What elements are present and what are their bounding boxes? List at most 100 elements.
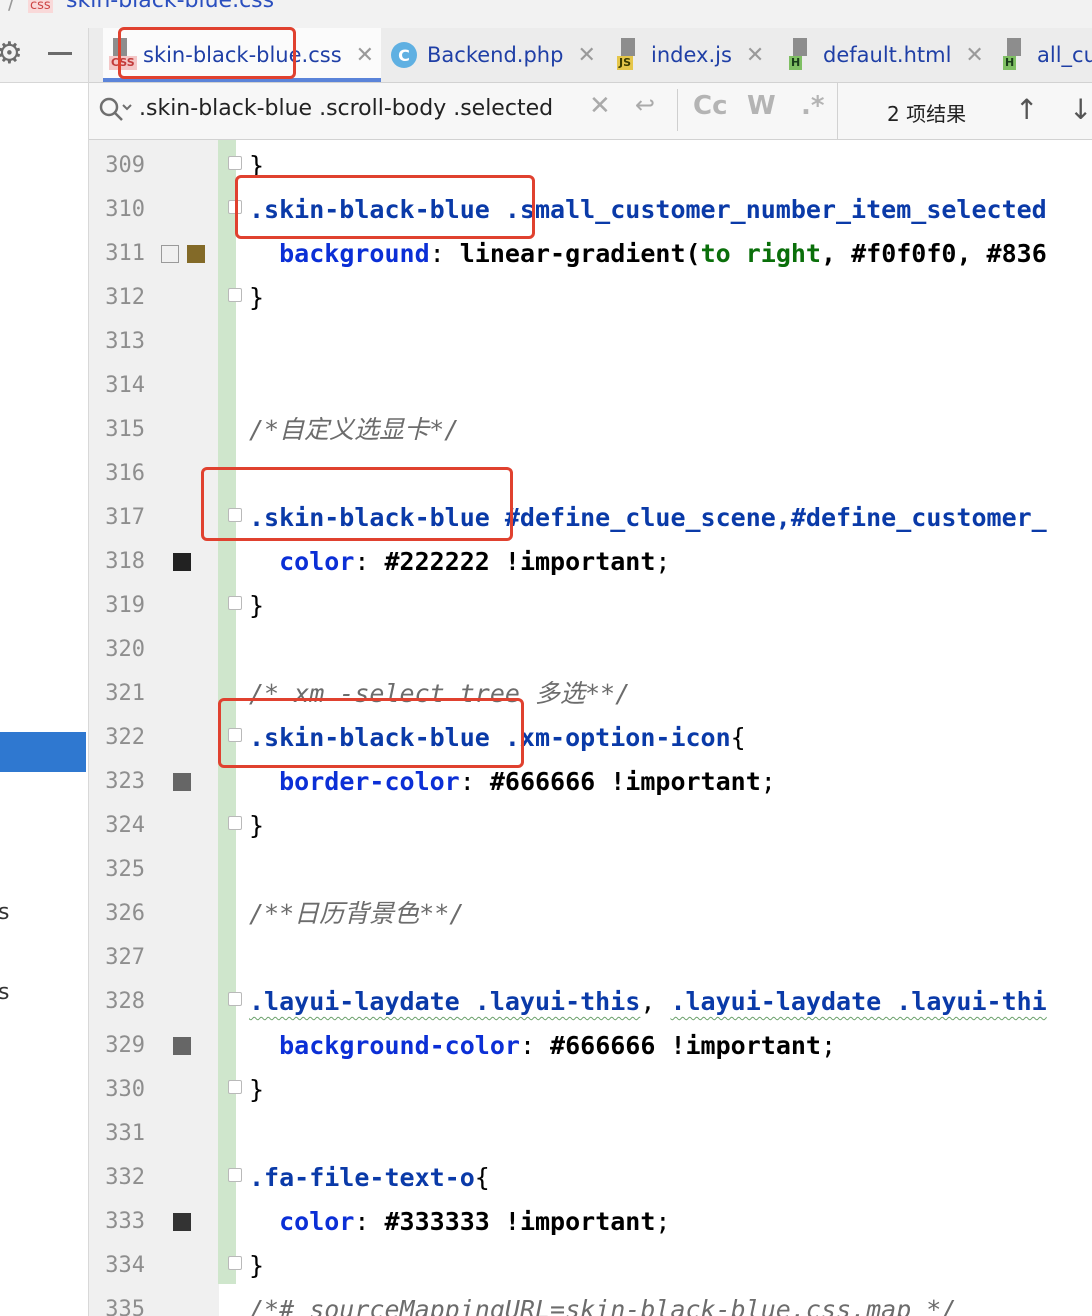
fold-icon[interactable] bbox=[228, 288, 242, 302]
color-swatch[interactable] bbox=[173, 553, 191, 571]
code-token: } bbox=[249, 1075, 265, 1104]
close-icon[interactable]: ✕ bbox=[746, 43, 764, 68]
code-token: background bbox=[279, 239, 430, 268]
clear-icon[interactable]: ✕ bbox=[589, 91, 611, 121]
code-line: 335 /*# sourceMappingURL=skin-black-blue… bbox=[89, 1288, 1092, 1316]
tab-backend-php[interactable]: C Backend.php ✕ bbox=[391, 28, 596, 82]
code-line: 311 background: linear-gradient(to right… bbox=[89, 232, 1092, 276]
editor-tabs: CSS skin-black-blue.css ✕ C Backend.php … bbox=[89, 28, 1092, 83]
fold-icon[interactable] bbox=[228, 508, 242, 522]
code-line: 326 /**日历背景色**/ bbox=[89, 892, 1092, 936]
fold-icon[interactable] bbox=[228, 816, 242, 830]
tree-item-fragment[interactable]: s bbox=[0, 900, 9, 925]
code-comment: /*自定义选显卡*/ bbox=[249, 415, 460, 444]
color-swatch[interactable] bbox=[173, 1037, 191, 1055]
line-number: 316 bbox=[105, 461, 145, 486]
code-token: .skin-black-blue bbox=[249, 723, 490, 752]
divider bbox=[677, 89, 678, 131]
fold-icon[interactable] bbox=[228, 728, 242, 742]
code-token: #666666 !important bbox=[489, 767, 761, 796]
code-line: 327 bbox=[89, 936, 1092, 980]
tab-index-js[interactable]: JS index.js ✕ bbox=[617, 28, 764, 82]
code-line: 316 bbox=[89, 452, 1092, 496]
code-editor[interactable]: 309 } 310 .skin-black-blue .small_custom… bbox=[89, 140, 1092, 1316]
arrow-down-icon[interactable]: ↓ bbox=[1069, 93, 1092, 126]
code-token: .layui-laydate bbox=[670, 987, 882, 1016]
code-line: 314 bbox=[89, 364, 1092, 408]
color-swatch[interactable] bbox=[187, 245, 205, 263]
code-line: 334 } bbox=[89, 1244, 1092, 1288]
line-number: 333 bbox=[105, 1209, 145, 1234]
code-line: 317 .skin-black-blue #define_clue_scene,… bbox=[89, 496, 1092, 540]
code-line: 324 } bbox=[89, 804, 1092, 848]
line-number: 312 bbox=[105, 285, 145, 310]
line-number: 330 bbox=[105, 1077, 145, 1102]
line-number: 328 bbox=[105, 989, 145, 1014]
tab-default-html[interactable]: H default.html ✕ bbox=[789, 28, 984, 82]
search-icon[interactable] bbox=[95, 91, 133, 133]
code-line: 333 color: #333333 !important; bbox=[89, 1200, 1092, 1244]
collapse-icon[interactable] bbox=[48, 52, 72, 55]
code-token: #333333 !important bbox=[384, 1207, 656, 1236]
color-swatch[interactable] bbox=[173, 773, 191, 791]
code-line: 328 .layui-laydate .layui-this, .layui-l… bbox=[89, 980, 1092, 1024]
arrow-up-icon[interactable]: ↑ bbox=[1015, 93, 1038, 126]
regex-toggle[interactable]: .* bbox=[801, 91, 824, 121]
line-number: 335 bbox=[105, 1297, 145, 1316]
color-swatch[interactable] bbox=[161, 245, 179, 263]
line-number: 318 bbox=[105, 549, 145, 574]
code-line: 313 bbox=[89, 320, 1092, 364]
code-token: .layui-thi bbox=[881, 987, 1047, 1016]
close-icon[interactable]: ✕ bbox=[577, 43, 595, 68]
divider bbox=[837, 83, 838, 139]
search-input[interactable]: .skin-black-blue .scroll-body .selected bbox=[139, 96, 553, 121]
line-number: 319 bbox=[105, 593, 145, 618]
code-token: { bbox=[474, 1163, 490, 1192]
fold-icon[interactable] bbox=[228, 992, 242, 1006]
code-line: 329 background-color: #666666 !important… bbox=[89, 1024, 1092, 1068]
line-number: 326 bbox=[105, 901, 145, 926]
code-token: , bbox=[640, 987, 671, 1016]
close-icon[interactable]: ✕ bbox=[965, 43, 983, 68]
line-number: 325 bbox=[105, 857, 145, 882]
color-swatch[interactable] bbox=[173, 1213, 191, 1231]
code-token: #666666 !important bbox=[550, 1031, 821, 1060]
code-line: 330 } bbox=[89, 1068, 1092, 1112]
breadcrumb-file[interactable]: skin-black-blue.css bbox=[66, 0, 274, 13]
code-line: 309 } bbox=[89, 144, 1092, 188]
project-panel: ⚙ s s bbox=[0, 28, 89, 1316]
js-file-icon: JS bbox=[617, 38, 643, 72]
fold-icon[interactable] bbox=[228, 1256, 242, 1270]
gear-icon[interactable]: ⚙ bbox=[0, 36, 23, 71]
fold-icon[interactable] bbox=[228, 596, 242, 610]
code-token: .layui-laydate bbox=[249, 987, 460, 1016]
code-line: 332 .fa-file-text-o{ bbox=[89, 1156, 1092, 1200]
project-panel-toolbar: ⚙ bbox=[0, 28, 88, 83]
fold-icon[interactable] bbox=[228, 200, 242, 214]
fold-icon[interactable] bbox=[228, 156, 242, 170]
css-file-icon: CSS bbox=[109, 38, 137, 72]
line-number: 311 bbox=[105, 241, 145, 266]
close-icon[interactable]: ✕ bbox=[356, 43, 374, 68]
match-case-toggle[interactable]: Cc bbox=[693, 91, 728, 121]
tab-label: Backend.php bbox=[427, 43, 564, 67]
line-number: 314 bbox=[105, 373, 145, 398]
code-token: .layui-this bbox=[459, 987, 641, 1016]
whole-word-toggle[interactable]: W bbox=[747, 91, 776, 121]
line-number: 310 bbox=[105, 197, 145, 222]
line-number: 332 bbox=[105, 1165, 145, 1190]
code-token: #define_clue_scene,#define_customer_ bbox=[489, 503, 1047, 532]
tab-skin-black-blue-css[interactable]: CSS skin-black-blue.css ✕ bbox=[103, 28, 381, 82]
code-line: 318 color: #222222 !important; bbox=[89, 540, 1092, 584]
tab-label: skin-black-blue.css bbox=[143, 43, 342, 67]
fold-icon[interactable] bbox=[228, 1168, 242, 1182]
find-bar: .skin-black-blue .scroll-body .selected … bbox=[89, 83, 1092, 140]
tab-all-cu[interactable]: H all_cu bbox=[1003, 28, 1092, 82]
code-token: } bbox=[249, 811, 265, 840]
fold-icon[interactable] bbox=[228, 1080, 242, 1094]
replace-toggle-icon[interactable]: ↩ bbox=[635, 91, 655, 119]
code-token: background-color bbox=[279, 1031, 520, 1060]
tree-item-fragment[interactable]: s bbox=[0, 980, 9, 1005]
selected-tree-item[interactable] bbox=[0, 732, 86, 772]
code-token: , #f0f0f0, #836 bbox=[820, 239, 1047, 268]
